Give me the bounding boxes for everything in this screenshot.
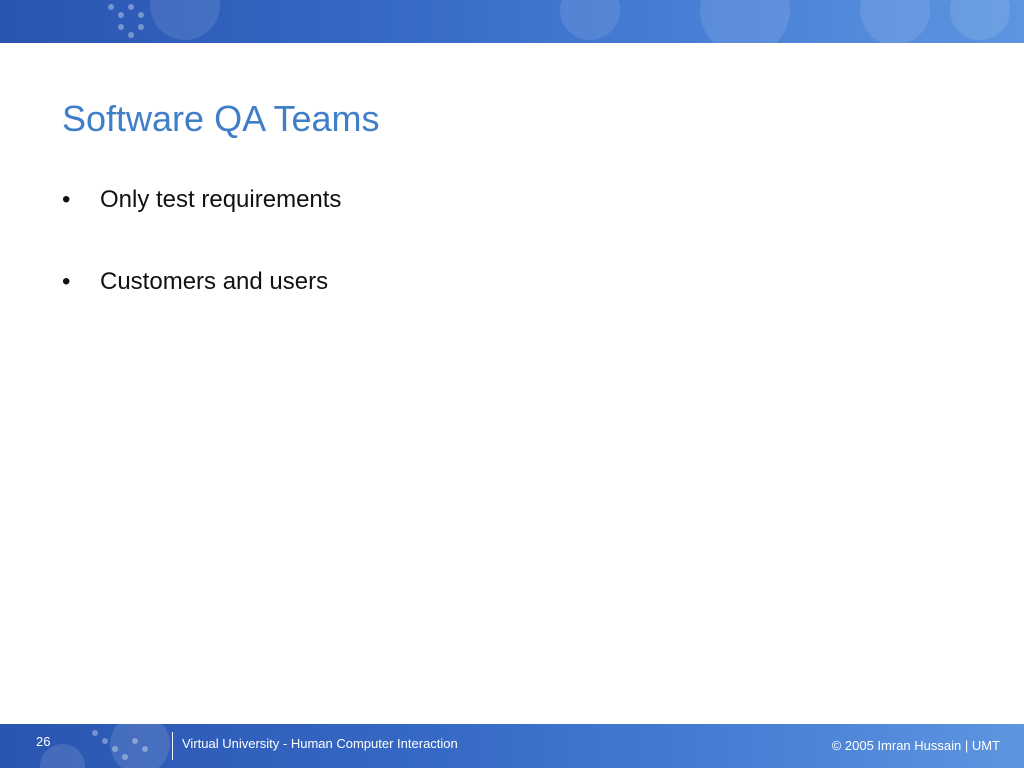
banner-dot-decoration	[128, 32, 134, 38]
banner-dot-decoration	[118, 24, 124, 30]
footer-bar: 26 Virtual University - Human Computer I…	[0, 724, 1024, 768]
bullet-marker: •	[62, 268, 71, 295]
footer-bubble-decoration	[110, 724, 170, 768]
bullet-text: Only test requirements	[100, 186, 342, 213]
footer-divider	[172, 732, 173, 760]
banner-dot-decoration	[118, 12, 124, 18]
footer-course-name: Virtual University - Human Computer Inte…	[182, 736, 458, 751]
page-number: 26	[36, 734, 51, 749]
footer-dot-decoration	[132, 738, 138, 744]
banner-bubble-decoration	[560, 0, 620, 40]
footer-copyright: © 2005 Imran Hussain | UMT	[831, 738, 1000, 753]
banner-dot-decoration	[128, 4, 134, 10]
banner-bubble-decoration	[860, 0, 930, 43]
banner-dot-decoration	[138, 12, 144, 18]
bullet-text: Customers and users	[100, 268, 329, 295]
footer-dot-decoration	[142, 746, 148, 752]
footer-dot-decoration	[102, 738, 108, 744]
bullet-marker: •	[62, 186, 71, 213]
top-banner	[0, 0, 1024, 43]
banner-bubble-decoration	[700, 0, 790, 43]
slide: Software QA Teams • Only test requiremen…	[0, 0, 1024, 768]
banner-bubble-decoration	[150, 0, 220, 40]
footer-dot-decoration	[112, 746, 118, 752]
slide-title: Software QA Teams	[62, 98, 380, 139]
banner-bubble-decoration	[950, 0, 1010, 40]
banner-dot-decoration	[138, 24, 144, 30]
footer-dot-decoration	[122, 754, 128, 760]
banner-dot-decoration	[108, 4, 114, 10]
footer-dot-decoration	[92, 730, 98, 736]
